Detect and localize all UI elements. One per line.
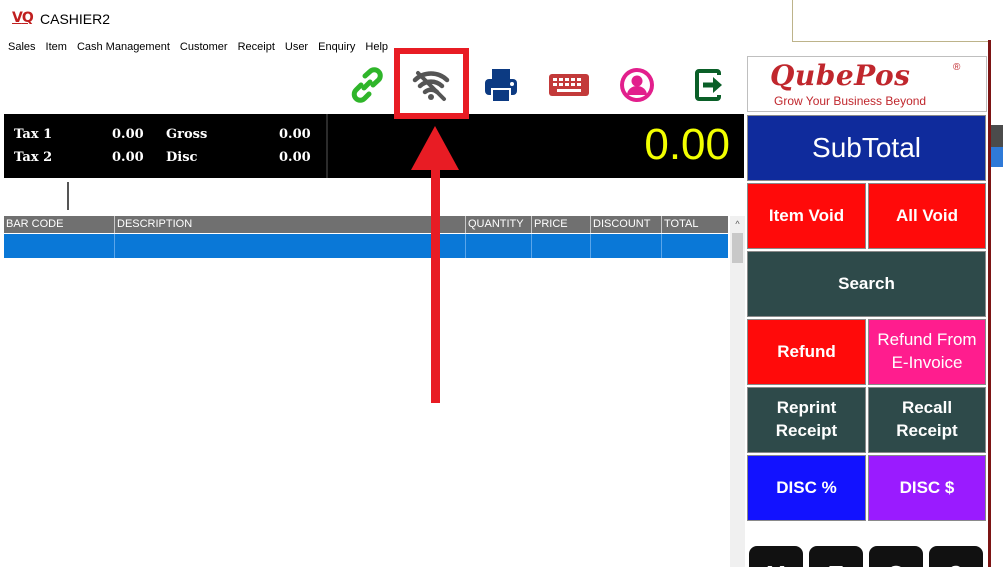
menu-help[interactable]: Help — [365, 41, 388, 53]
disc-label: Disc — [166, 150, 198, 165]
scroll-up-icon[interactable]: ^ — [730, 216, 745, 233]
menu-bar: Sales Item Cash Management Customer Rece… — [0, 38, 745, 56]
toolbar — [0, 56, 745, 114]
col-description[interactable]: DESCRIPTION — [115, 216, 466, 233]
subtotal-button[interactable]: SubTotal — [747, 115, 986, 181]
reprint-receipt-button[interactable]: Reprint Receipt — [747, 387, 866, 453]
background-window-strip — [991, 40, 1003, 567]
top-right-panel — [792, 0, 1003, 42]
keypad-8-button[interactable]: 8 — [869, 546, 923, 567]
menu-user[interactable]: User — [285, 41, 308, 53]
menu-cash-management[interactable]: Cash Management — [77, 41, 170, 53]
grand-total: 0.00 — [644, 120, 730, 169]
brand-registered-mark: ® — [953, 62, 961, 73]
exit-icon[interactable] — [686, 62, 732, 108]
scroll-thumb[interactable] — [732, 233, 743, 263]
recall-receipt-button[interactable]: Recall Receipt — [868, 387, 986, 453]
disc-amount-button[interactable]: DISC $ — [868, 455, 986, 521]
menu-receipt[interactable]: Receipt — [238, 41, 275, 53]
col-quantity[interactable]: QUANTITY — [466, 216, 532, 233]
cell-total[interactable] — [662, 234, 728, 258]
gross-label: Gross — [166, 127, 208, 142]
tax2-label: Tax 2 — [14, 150, 53, 165]
background-strip-dark — [991, 125, 1003, 147]
annotation-arrow-shaft — [431, 160, 440, 403]
table-row[interactable] — [4, 234, 728, 258]
totals-panel: Tax 1 0.00 Gross 0.00 Tax 2 0.00 Disc 0.… — [4, 114, 744, 178]
app-logo-letter: V — [12, 10, 23, 26]
keypad-7-button[interactable]: 7 — [809, 546, 863, 567]
keypad-x-button[interactable]: X — [749, 546, 803, 567]
totals-divider — [326, 114, 328, 178]
background-strip-blue — [991, 147, 1003, 167]
col-total[interactable]: TOTAL — [662, 216, 728, 233]
cell-price[interactable] — [532, 234, 591, 258]
annotation-highlight-box — [394, 48, 469, 119]
refund-from-einvoice-button[interactable]: Refund From E-Invoice — [868, 319, 986, 385]
item-void-button[interactable]: Item Void — [747, 183, 866, 249]
window-title: CASHIER2 — [40, 11, 111, 27]
cell-barcode[interactable] — [4, 234, 115, 258]
search-button[interactable]: Search — [747, 251, 986, 317]
printer-icon[interactable] — [478, 62, 524, 108]
user-icon[interactable] — [614, 62, 660, 108]
keyboard-icon[interactable] — [546, 62, 592, 108]
disc-value: 0.00 — [279, 150, 311, 165]
gross-value: 0.00 — [279, 127, 311, 142]
menu-item[interactable]: Item — [46, 41, 67, 53]
brand-tagline: Grow Your Business Beyond — [774, 94, 927, 108]
brand-logo: QubePos ® Grow Your Business Beyond — [747, 56, 987, 112]
col-barcode[interactable]: BAR CODE — [4, 216, 115, 233]
app-logo-accent: Q — [21, 10, 34, 26]
col-discount[interactable]: DISCOUNT — [591, 216, 662, 233]
refund-button[interactable]: Refund — [747, 319, 866, 385]
tax1-label: Tax 1 — [14, 127, 53, 142]
menu-sales[interactable]: Sales — [8, 41, 36, 53]
all-void-button[interactable]: All Void — [868, 183, 986, 249]
cell-quantity[interactable] — [466, 234, 532, 258]
barcode-input-caret[interactable] — [67, 182, 69, 210]
link-icon[interactable] — [344, 62, 390, 108]
app-logo: VQ — [12, 10, 34, 28]
cell-discount[interactable] — [591, 234, 662, 258]
table-scrollbar[interactable]: ^ — [730, 216, 745, 567]
cell-description[interactable] — [115, 234, 466, 258]
col-price[interactable]: PRICE — [532, 216, 591, 233]
tax2-value: 0.00 — [112, 150, 144, 165]
keypad-9-button[interactable]: 9 — [929, 546, 983, 567]
disc-percent-button[interactable]: DISC % — [747, 455, 866, 521]
menu-enquiry[interactable]: Enquiry — [318, 41, 355, 53]
tax1-value: 0.00 — [112, 127, 144, 142]
action-panel: QubePos ® Grow Your Business Beyond SubT… — [745, 56, 988, 567]
menu-customer[interactable]: Customer — [180, 41, 228, 53]
brand-name: QubePos — [770, 59, 911, 92]
items-table-header: BAR CODE DESCRIPTION QUANTITY PRICE DISC… — [4, 216, 728, 233]
